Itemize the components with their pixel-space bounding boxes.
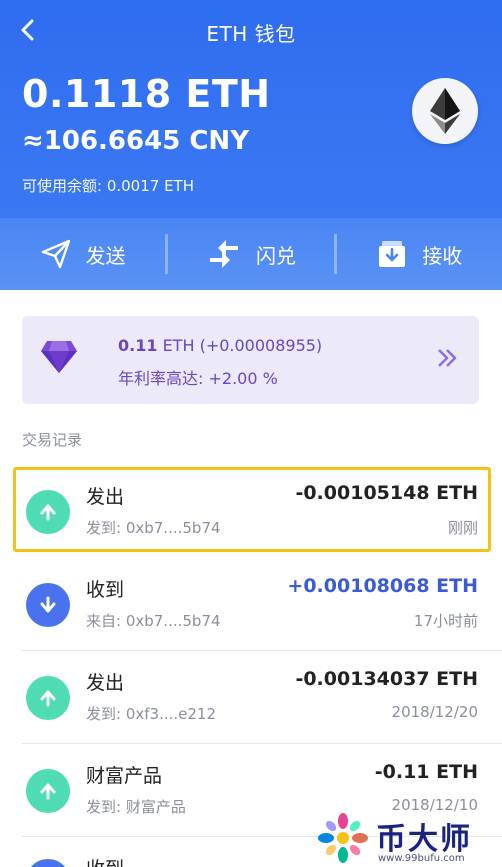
transaction-type: 财富产品: [86, 765, 163, 787]
wallet-header: ETH 钱包 0.1118 ETH ≈106.6645 CNY 可使用余额: 0…: [0, 0, 502, 218]
double-chevron-right-icon[interactable]: [435, 346, 459, 370]
arrow-up-icon: [26, 490, 70, 534]
transaction-row[interactable]: 发出 发到: 0xf3....e212 -0.00134037 ETH 2018…: [0, 651, 502, 744]
transaction-address: 发到: 0xf3....e212: [86, 705, 216, 723]
swap-label: 闪兑: [255, 243, 296, 268]
swap-button[interactable]: 闪兑: [168, 218, 333, 290]
action-bar: 发送 闪兑 接收: [0, 218, 502, 290]
transaction-address: 发到: 0xb7....5b74: [86, 519, 221, 537]
send-button[interactable]: 发送: [0, 218, 165, 290]
ethereum-logo-icon: [412, 78, 478, 144]
available-balance: 可使用余额: 0.0017 ETH: [22, 177, 194, 195]
receive-button[interactable]: 接收: [337, 218, 502, 290]
transaction-amount: -0.00134037 ETH: [295, 668, 478, 690]
watermark-brand: 币大师: [376, 822, 472, 857]
transaction-time: 刚刚: [447, 519, 478, 537]
transaction-address: 来自: 0xb7....5b74: [86, 612, 221, 630]
transaction-type: 收到: [86, 579, 125, 601]
transaction-amount: -0.00105148 ETH: [295, 482, 478, 504]
arrow-up-icon: [26, 676, 70, 720]
product-amount: 0.11 ETH (+0.00008955): [118, 336, 323, 355]
page-title: ETH 钱包: [206, 22, 296, 46]
transaction-amount: +0.00108068 ETH: [287, 575, 478, 597]
send-icon: [41, 239, 70, 269]
arrow-down-icon: [26, 859, 70, 867]
transaction-history-label: 交易记录: [22, 431, 83, 449]
flower-logo-icon: [318, 813, 368, 863]
transaction-type: 发出: [86, 486, 125, 508]
swap-icon: [209, 240, 238, 268]
transaction-amount: -0.11 ETH: [374, 761, 478, 783]
transaction-time: 2018/12/20: [391, 703, 478, 721]
annual-rate: 年利率高达: +2.00 %: [118, 369, 278, 388]
watermark-logo: 币大师 www.99bufu.com: [314, 808, 502, 867]
wealth-product-banner[interactable]: 0.11 ETH (+0.00008955) 年利率高达: +2.00 %: [22, 316, 479, 404]
cny-value: ≈106.6645 CNY: [22, 126, 250, 156]
transaction-type: 收到: [86, 854, 124, 867]
selection-highlight: [13, 467, 491, 552]
transaction-row[interactable]: 发出 发到: 0xb7....5b74 -0.00105148 ETH 刚刚: [0, 465, 502, 558]
send-label: 发送: [85, 243, 126, 268]
receive-icon: [379, 241, 406, 267]
eth-balance: 0.1118 ETH: [22, 72, 271, 116]
diamond-icon: [41, 341, 77, 373]
arrow-down-icon: [26, 583, 70, 627]
transaction-time: 17小时前: [413, 612, 478, 630]
transaction-type: 发出: [86, 672, 125, 694]
transaction-address: 发到: 财富产品: [86, 798, 186, 816]
receive-label: 接收: [422, 243, 463, 268]
arrow-up-icon: [26, 769, 70, 813]
watermark-url: www.99bufu.com: [378, 853, 465, 864]
transaction-row[interactable]: 收到 来自: 0xb7....5b74 +0.00108068 ETH 17小时…: [0, 558, 502, 651]
